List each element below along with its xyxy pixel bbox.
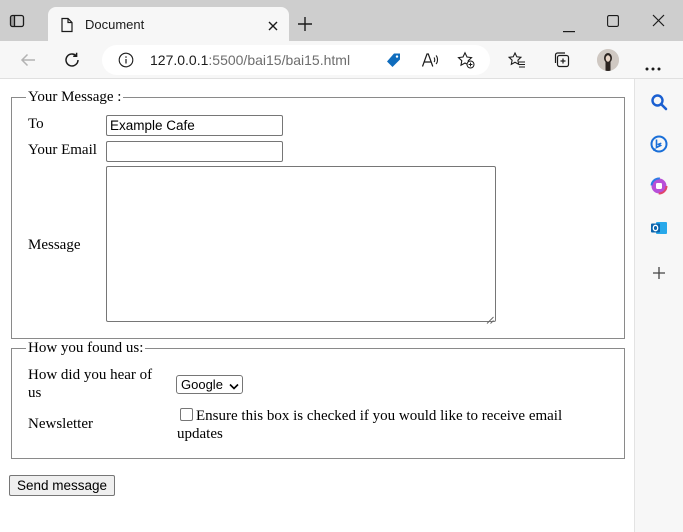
add-icon[interactable] bbox=[650, 264, 668, 282]
close-tab-icon[interactable] bbox=[267, 19, 279, 31]
address-bar[interactable]: 127.0.0.1:5500/bai15/bai15.html bbox=[102, 45, 490, 75]
favorites-icon[interactable] bbox=[507, 51, 526, 69]
add-favorite-icon[interactable] bbox=[457, 51, 475, 69]
url-path: :5500/bai15/bai15.html bbox=[208, 52, 351, 68]
document-icon bbox=[60, 17, 74, 33]
edge-sidebar bbox=[634, 79, 683, 532]
tab-title: Document bbox=[85, 17, 145, 32]
read-aloud-icon[interactable] bbox=[421, 52, 439, 68]
chevron-down-icon bbox=[228, 378, 239, 394]
to-label: To bbox=[28, 116, 44, 132]
profile-avatar[interactable] bbox=[597, 49, 619, 71]
bing-chat-icon[interactable] bbox=[650, 135, 668, 153]
more-options-icon[interactable] bbox=[645, 58, 661, 71]
tab-strip: Document bbox=[0, 0, 683, 41]
resize-handle-icon[interactable] bbox=[486, 312, 494, 324]
message-label: Message bbox=[28, 237, 81, 253]
hear-select-value: Google bbox=[181, 377, 223, 392]
tab-document[interactable]: Document bbox=[48, 7, 289, 41]
newsletter-checkbox[interactable] bbox=[180, 408, 193, 421]
shopping-tag-icon[interactable] bbox=[385, 52, 402, 69]
maximize-icon[interactable] bbox=[607, 14, 619, 27]
outlook-icon[interactable] bbox=[650, 219, 668, 237]
hear-select[interactable]: Google bbox=[176, 375, 243, 394]
minimize-icon[interactable] bbox=[563, 20, 575, 33]
hear-label-line1: How did you hear of bbox=[28, 367, 153, 383]
newsletter-text-line1: Ensure this box is checked if you would … bbox=[196, 408, 563, 424]
your-message-fieldset: Your Message : To Your Email Message bbox=[11, 89, 625, 339]
browser-toolbar: 127.0.0.1:5500/bai15/bai15.html bbox=[0, 41, 683, 79]
search-icon[interactable] bbox=[650, 93, 668, 111]
to-input[interactable] bbox=[106, 115, 283, 136]
how-found-legend: How you found us: bbox=[26, 340, 146, 357]
send-message-button[interactable]: Send message bbox=[9, 475, 116, 496]
tab-actions-icon[interactable] bbox=[9, 13, 25, 29]
your-message-legend: Your Message : bbox=[26, 89, 124, 106]
window-close-icon[interactable] bbox=[652, 14, 665, 27]
refresh-icon[interactable] bbox=[63, 51, 81, 69]
hear-label-line2: us bbox=[28, 385, 42, 401]
office-icon[interactable] bbox=[650, 177, 668, 195]
how-found-fieldset: How you found us: How did you hear of us… bbox=[11, 340, 625, 459]
newsletter-label: Newsletter bbox=[28, 416, 93, 432]
message-textarea[interactable] bbox=[106, 166, 496, 324]
info-icon[interactable] bbox=[118, 52, 134, 68]
back-arrow-icon[interactable] bbox=[19, 51, 37, 69]
newsletter-text-line2: updates bbox=[177, 426, 223, 442]
url-host: 127.0.0.1 bbox=[150, 52, 209, 68]
page-content: Your Message : To Your Email Message How… bbox=[0, 79, 634, 532]
url-text[interactable]: 127.0.0.1:5500/bai15/bai15.html bbox=[150, 52, 350, 68]
email-label: Your Email bbox=[28, 142, 97, 158]
new-tab-icon[interactable] bbox=[297, 16, 313, 32]
collections-icon[interactable] bbox=[553, 51, 571, 69]
email-input[interactable] bbox=[106, 141, 283, 162]
